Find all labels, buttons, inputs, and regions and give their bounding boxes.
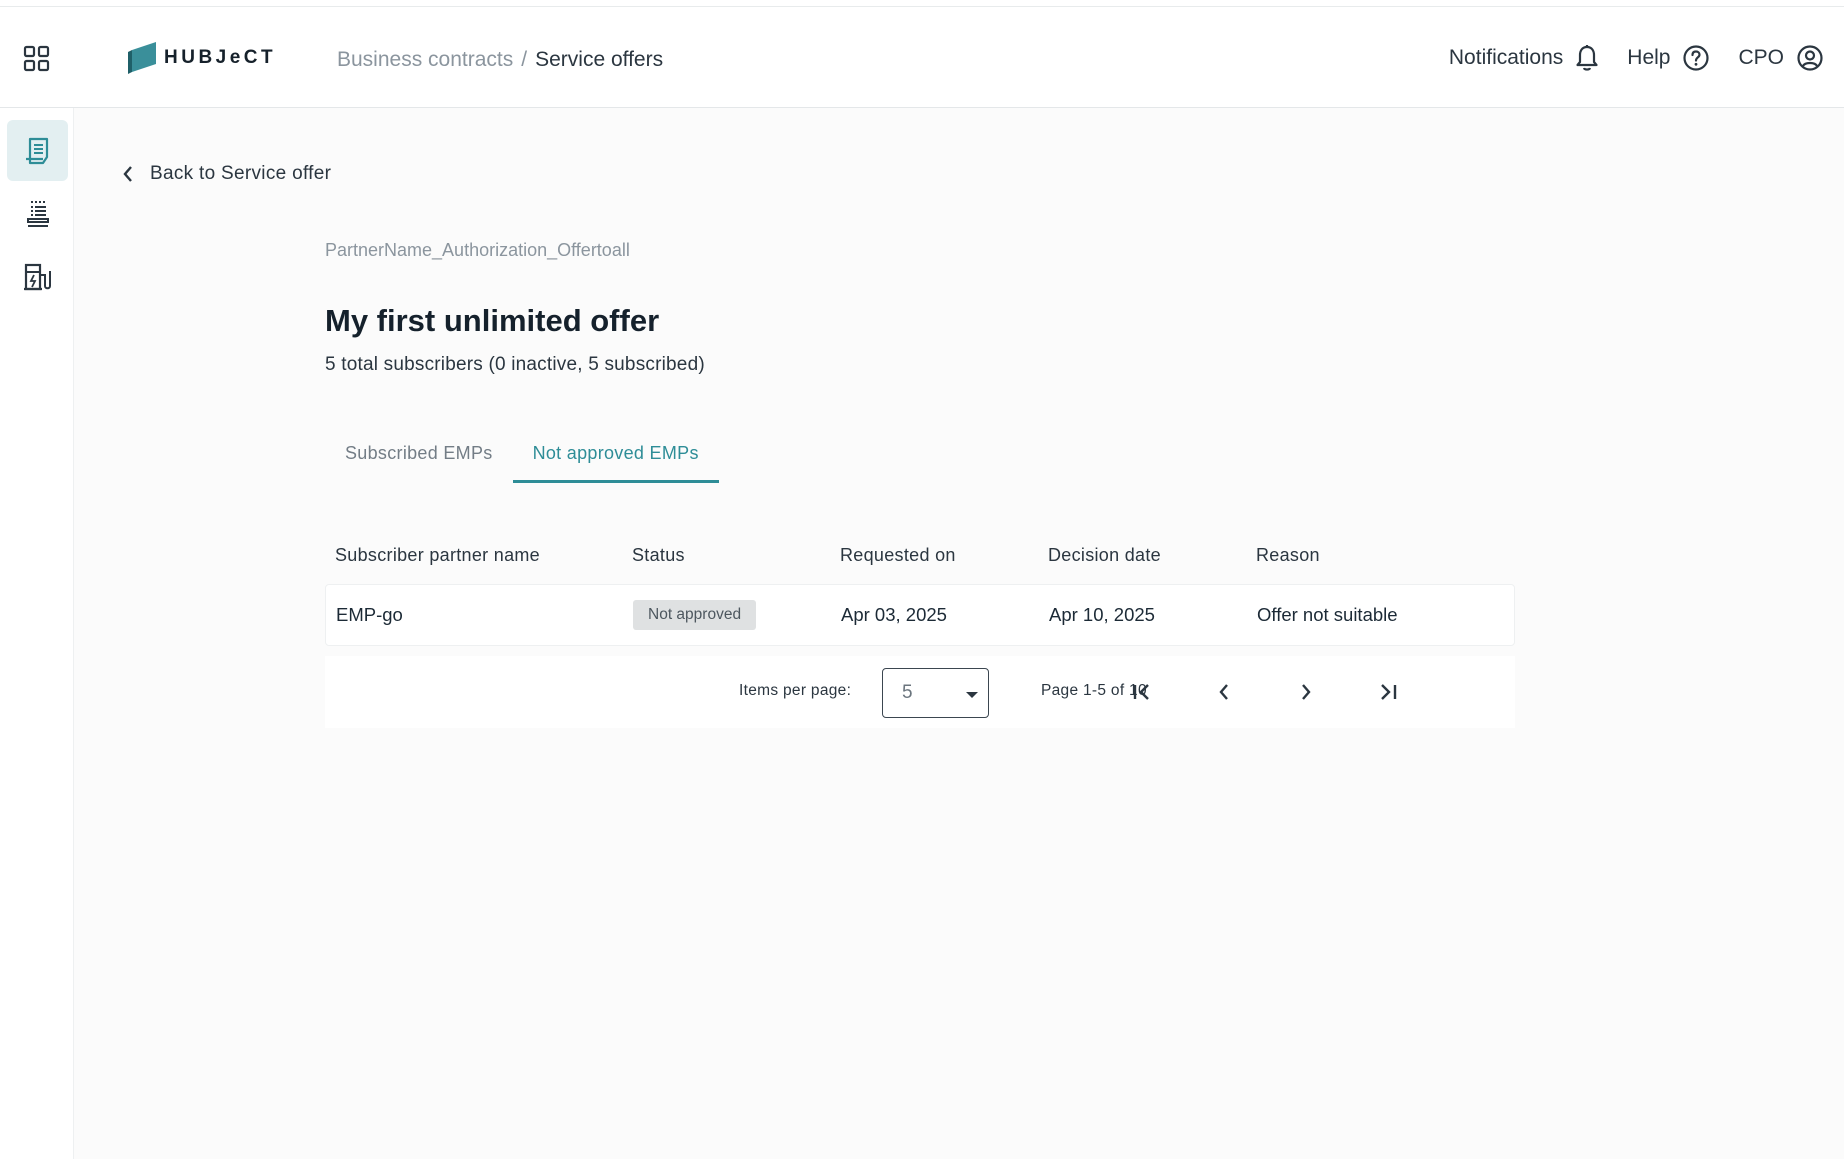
table-header: Subscriber partner name Status Requested… [325,526,1515,584]
notifications-label: Notifications [1448,45,1564,69]
top-actions: Notifications Help CPO [1449,7,1824,108]
previous-page-button[interactable] [1208,676,1240,708]
sidebar [0,108,74,1159]
column-header-partner[interactable]: Subscriber partner name [325,545,632,566]
app-frame: HUBJeCT Business contracts / Service off… [0,6,1844,1159]
cell-requested-on: Apr 03, 2025 [841,604,947,625]
breadcrumb-separator: / [521,48,528,71]
column-header-reason[interactable]: Reason [1256,545,1515,566]
chevron-left-icon [123,166,132,182]
tab-not-approved-emps[interactable]: Not approved EMPs [512,426,719,483]
breadcrumb: Business contracts / Service offers [337,48,663,72]
column-header-requested-on[interactable]: Requested on [840,545,1048,566]
back-to-service-offer-link[interactable]: Back to Service offer [122,163,331,185]
help-circle-icon [1683,44,1710,71]
sidebar-item-contracts[interactable] [7,120,68,181]
items-per-page-select[interactable]: 5 [882,668,989,718]
last-page-button[interactable] [1372,676,1404,708]
user-avatar-icon [1797,44,1823,71]
column-header-decision-date[interactable]: Decision date [1048,545,1256,566]
page-title: My first unlimited offer [325,303,660,338]
cell-status: Not approved [633,600,841,630]
back-link-label: Back to Service offer [150,163,332,184]
caret-down-icon [966,692,978,698]
app-grid-icon[interactable] [23,45,51,73]
table-row[interactable]: EMP-go Not approved Apr 03, 2025 Apr 10,… [325,584,1515,646]
logo-mark-icon [128,42,156,74]
contract-document-icon [25,137,48,164]
partner-name: PartnerName_Authorization_Offertoall [325,240,630,260]
tab-subscribed-emps[interactable]: Subscribed EMPs [325,426,513,483]
cell-reason: Offer not suitable [1257,604,1398,625]
sidebar-item-charging[interactable] [7,246,68,307]
items-per-page-value: 5 [902,682,913,703]
first-page-icon [1133,684,1149,700]
tabs: Subscribed EMPs Not approved EMPs [325,426,719,483]
logo-text: HUBJeCT [164,47,277,68]
chevron-right-icon [1302,684,1311,700]
last-page-icon [1381,684,1397,700]
column-header-status[interactable]: Status [632,545,840,566]
not-approved-table: Subscriber partner name Status Requested… [325,526,1515,646]
breadcrumb-service-offers: Service offers [535,48,664,71]
user-label: CPO [1738,45,1784,69]
cell-partner-name: EMP-go [336,604,403,625]
bell-icon [1576,44,1598,71]
chevron-left-icon [1219,684,1228,700]
subscribers-summary: 5 total subscribers (0 inactive, 5 subsc… [325,354,705,375]
breadcrumb-business-contracts[interactable]: Business contracts [337,48,513,72]
next-page-button[interactable] [1290,676,1322,708]
main-content: Back to Service offer PartnerName_Author… [74,108,1844,1159]
hubject-logo[interactable]: HUBJeCT [128,41,276,75]
items-per-page-label: Items per page: [739,682,852,699]
pagination: Items per page: 5 Page 1-5 of 10 [325,656,1515,728]
charging-station-icon [23,263,51,290]
cell-decision-date: Apr 10, 2025 [1049,604,1155,625]
user-menu-button[interactable]: CPO [1738,44,1824,72]
help-label: Help [1627,45,1671,69]
sidebar-item-list[interactable] [7,183,68,244]
list-document-icon [26,200,49,227]
top-bar: HUBJeCT Business contracts / Service off… [0,7,1844,108]
notifications-button[interactable]: Notifications [1449,44,1599,72]
first-page-button[interactable] [1126,676,1158,708]
help-button[interactable]: Help [1627,44,1710,72]
status-badge: Not approved [633,600,757,630]
